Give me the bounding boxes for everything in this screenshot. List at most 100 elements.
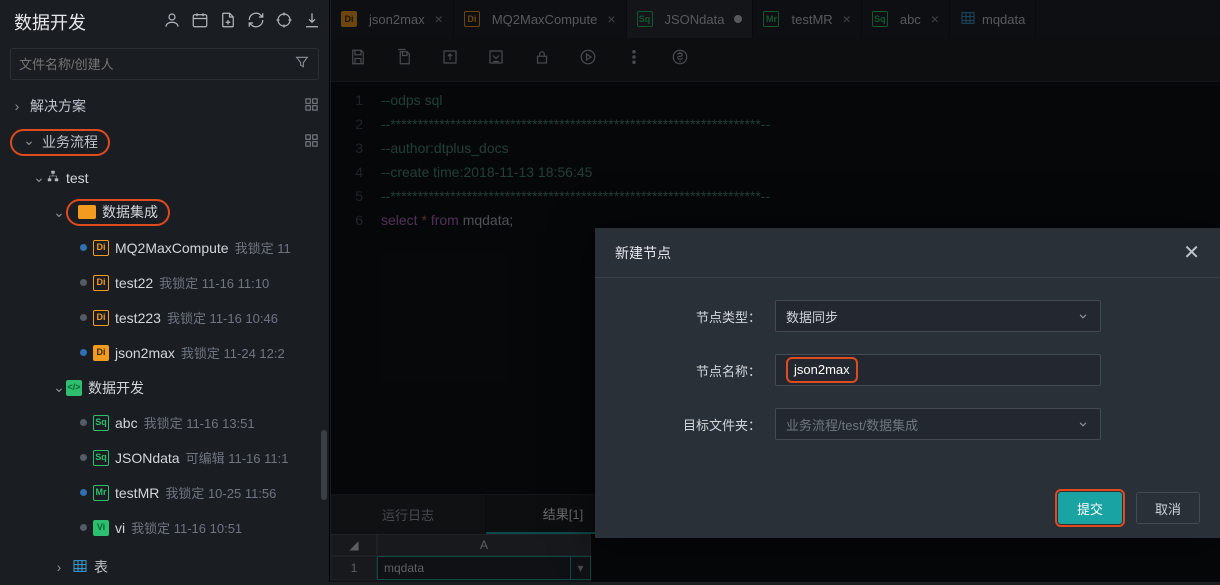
lock-icon[interactable]	[533, 48, 551, 71]
status-dot	[80, 314, 87, 321]
chevron-down-icon	[1076, 417, 1090, 434]
deploy-icon[interactable]	[487, 48, 505, 71]
section-flows[interactable]: ⌄ 业务流程	[0, 124, 329, 160]
tree-root[interactable]: ⌄ test	[0, 160, 329, 195]
sidebar: 数据开发 › 解决方案 ⌄ 业务流程 ⌄ test	[0, 0, 330, 582]
import-icon[interactable]	[303, 11, 321, 34]
sq-icon: Sq	[637, 11, 653, 27]
label-target-folder: 目标文件夹：	[595, 415, 775, 434]
new-node-modal: 新建节点 ✕ 节点类型： 数据同步 节点名称： json2max 目标文件夹： …	[595, 228, 1220, 538]
status-dot	[80, 244, 87, 251]
di-icon: Di	[93, 275, 109, 291]
scrollbar-thumb[interactable]	[321, 430, 327, 500]
editor-toolbar	[331, 38, 1220, 82]
cluster-icon	[46, 169, 60, 186]
tree-item[interactable]: Sqabc我锁定 11-16 13:51	[0, 405, 329, 440]
new-file-icon[interactable]	[219, 11, 237, 34]
cost-icon[interactable]	[671, 48, 689, 71]
run-icon[interactable]	[579, 48, 597, 71]
tab-run-log[interactable]: 运行日志	[331, 495, 486, 534]
close-icon[interactable]: ×	[435, 11, 443, 27]
grid-icon[interactable]	[304, 97, 319, 115]
tree-root-label: test	[66, 170, 89, 186]
highlight-flows: ⌄ 业务流程	[10, 129, 110, 156]
save-icon[interactable]	[349, 48, 367, 71]
tab-mqdata[interactable]: mqdata	[950, 0, 1036, 38]
status-dot	[80, 524, 87, 531]
calendar-icon[interactable]	[191, 11, 209, 34]
tree-item[interactable]: Vivi我锁定 11-16 10:51	[0, 510, 329, 545]
status-dot	[80, 489, 87, 496]
tab-abc[interactable]: Sqabc×	[862, 0, 950, 38]
tab-jsondata[interactable]: SqJSONdata	[627, 0, 754, 38]
group-label: 数据集成	[102, 202, 158, 222]
result-grid: ◢ A 1 mqdata ▾	[331, 534, 591, 582]
table-icon	[72, 558, 88, 577]
label-node-type: 节点类型：	[595, 307, 775, 326]
table-icon	[960, 10, 976, 29]
tree-item[interactable]: Dijson2max我锁定 11-24 12:2	[0, 335, 329, 370]
chevron-right-icon: ›	[10, 98, 24, 114]
grid-cell-A1[interactable]: mqdata ▾	[377, 556, 591, 580]
sidebar-header: 数据开发	[0, 0, 329, 44]
close-icon[interactable]: ×	[931, 11, 939, 27]
select-target-folder[interactable]: 业务流程/test/数据集成	[775, 408, 1101, 440]
tree-group-dev[interactable]: ⌄ </> 数据开发	[0, 370, 329, 405]
user-icon[interactable]	[163, 11, 181, 34]
filter-icon[interactable]	[294, 54, 310, 75]
section-label: 表	[94, 557, 108, 577]
file-tree: ⌄ test ⌄ 数据集成 DiMQ2MaxCompute我锁定 11 Dite…	[0, 160, 329, 545]
tree-item[interactable]: MrtestMR我锁定 10-25 11:56	[0, 475, 329, 510]
status-dot	[80, 349, 87, 356]
submit-icon[interactable]	[441, 48, 459, 71]
dropdown-icon[interactable]: ▾	[570, 557, 590, 579]
di-icon: Di	[464, 11, 480, 27]
tree-item[interactable]: Ditest22我锁定 11-16 11:10	[0, 265, 329, 300]
editor-tabs: Dijson2max× DiMQ2MaxCompute× SqJSONdata …	[331, 0, 1220, 38]
vi-icon: Vi	[93, 520, 109, 536]
chevron-down-icon	[1076, 309, 1090, 326]
group-label: 数据开发	[88, 378, 144, 398]
section-solutions[interactable]: › 解决方案	[0, 88, 329, 124]
code-editor[interactable]: 1--odps sql 2--*************************…	[331, 82, 1220, 232]
sq-icon: Sq	[93, 450, 109, 466]
submit-button[interactable]: 提交	[1058, 492, 1122, 524]
tree-item[interactable]: Ditest223我锁定 11-16 10:46	[0, 300, 329, 335]
section-label: 解决方案	[30, 96, 86, 116]
close-icon[interactable]: ×	[607, 11, 615, 27]
sq-icon: Sq	[872, 11, 888, 27]
di-icon: Di	[93, 310, 109, 326]
select-node-type[interactable]: 数据同步	[775, 300, 1101, 332]
refresh-icon[interactable]	[247, 11, 265, 34]
dev-folder-icon: </>	[66, 380, 82, 396]
tab-mq2max[interactable]: DiMQ2MaxCompute×	[454, 0, 627, 38]
tab-json2max[interactable]: Dijson2max×	[331, 0, 454, 38]
mr-icon: Mr	[763, 11, 779, 27]
sidebar-search[interactable]	[10, 48, 319, 80]
grid-corner[interactable]: ◢	[331, 534, 377, 556]
grid-col-A[interactable]: A	[377, 534, 591, 556]
di-icon: Di	[341, 11, 357, 27]
cancel-button[interactable]: 取消	[1136, 492, 1200, 524]
section-tables[interactable]: › 表	[0, 549, 329, 585]
target-icon[interactable]	[275, 11, 293, 34]
more-icon[interactable]	[625, 48, 643, 71]
tab-testmr[interactable]: MrtestMR×	[753, 0, 861, 38]
search-input[interactable]	[19, 57, 294, 72]
status-dot	[80, 279, 87, 286]
input-node-name[interactable]: json2max	[775, 354, 1101, 386]
grid-icon[interactable]	[304, 133, 319, 151]
chevron-right-icon: ›	[52, 559, 66, 575]
sq-icon: Sq	[93, 415, 109, 431]
close-icon[interactable]: ×	[843, 11, 851, 27]
dirty-dot	[734, 15, 742, 23]
tree-group-di[interactable]: ⌄ 数据集成	[0, 195, 329, 230]
highlight-node-name: json2max	[786, 357, 858, 383]
grid-row-1[interactable]: 1	[331, 556, 377, 580]
save-all-icon[interactable]	[395, 48, 413, 71]
label-node-name: 节点名称：	[595, 361, 775, 380]
close-icon[interactable]: ✕	[1183, 240, 1200, 265]
section-label: 业务流程	[42, 132, 98, 152]
tree-item[interactable]: DiMQ2MaxCompute我锁定 11	[0, 230, 329, 265]
tree-item[interactable]: SqJSONdata可编辑 11-16 11:1	[0, 440, 329, 475]
